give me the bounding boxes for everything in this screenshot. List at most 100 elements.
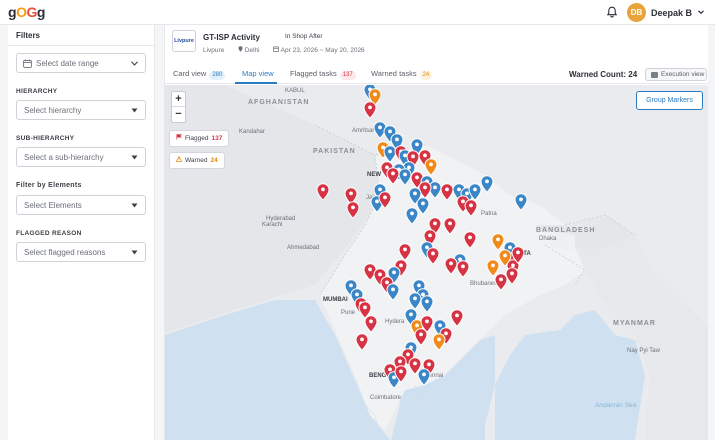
map-marker-pin-icon[interactable]	[420, 295, 434, 313]
date-range-text: Apr 23, 2026 ~ May 20, 2026	[280, 47, 365, 54]
map-label: AFGHANISTAN	[248, 99, 310, 106]
map-marker-pin-icon[interactable]	[514, 193, 528, 211]
group-markers-button[interactable]: Group Markers	[636, 91, 703, 110]
hierarchy-placeholder: Select hierarchy	[24, 106, 82, 115]
date-range-placeholder: Select date range	[36, 59, 99, 68]
map-label: Pune	[341, 310, 356, 316]
flagged-count-badge: 137	[339, 71, 356, 80]
sub-hierarchy-select[interactable]: Select a sub-hierarchy	[16, 147, 146, 167]
map-label: Nay Pyi Taw	[627, 348, 660, 354]
map-marker-pin-icon[interactable]	[386, 283, 400, 301]
map-marker-pin-icon[interactable]	[456, 260, 470, 278]
map-marker-pin-icon[interactable]	[417, 368, 431, 386]
map-marker-pin-icon[interactable]	[364, 315, 378, 333]
chevron-down-icon	[131, 61, 138, 66]
flagged-reason-label: FLAGGED REASON	[16, 230, 82, 237]
flagged-legend-chip[interactable]: Flagged 137	[169, 130, 230, 147]
avatar[interactable]: DB	[627, 3, 646, 22]
elements-placeholder: Select Elements	[24, 201, 82, 210]
map-marker-pin-icon[interactable]	[378, 191, 392, 209]
date-range-select[interactable]: Select date range	[16, 53, 146, 73]
map-marker-pin-icon[interactable]	[511, 246, 525, 264]
map-label: MYANMAR	[613, 320, 656, 327]
divider	[8, 45, 155, 46]
map-label: MUMBAI	[323, 297, 348, 303]
map-label: Patna	[481, 211, 497, 217]
map-label: KABUL	[285, 88, 305, 94]
map-marker-pin-icon[interactable]	[363, 101, 377, 119]
zoom-in-button[interactable]: +	[172, 92, 185, 107]
flag-icon	[651, 72, 658, 78]
caret-down-icon	[131, 155, 138, 160]
active-tab-indicator	[235, 82, 277, 84]
map-canvas[interactable]: + − Flagged 137 Warned 24 Group Markers KA…	[165, 85, 708, 440]
activity-meta: Livpure Delhi Apr 23, 2026 ~ May 20, 202…	[203, 46, 365, 54]
warning-icon	[176, 156, 182, 162]
map-marker-pin-icon[interactable]	[494, 273, 508, 291]
map-marker-pin-icon[interactable]	[463, 231, 477, 249]
status-badge: In Shop After	[285, 33, 323, 40]
map-marker-pin-icon[interactable]	[464, 199, 478, 217]
location-pin-icon	[238, 46, 243, 52]
warned-count: Warned Count: 24	[569, 70, 638, 79]
chevron-down-icon[interactable]	[697, 8, 705, 16]
map-marker-pin-icon[interactable]	[480, 175, 494, 193]
map-marker-pin-icon[interactable]	[498, 249, 512, 267]
caret-down-icon	[131, 203, 138, 208]
app-logo[interactable]: gOGg	[8, 4, 45, 20]
map-marker-pin-icon[interactable]	[316, 183, 330, 201]
filters-title: Filters	[16, 31, 41, 40]
card-count-badge: 280	[209, 71, 226, 80]
map-marker-pin-icon[interactable]	[394, 365, 408, 383]
map-label: Karachi	[262, 222, 283, 228]
sub-hierarchy-label: SUB-HIERARCHY	[16, 135, 75, 142]
flag-icon	[176, 134, 182, 140]
hierarchy-select[interactable]: Select hierarchy	[16, 100, 146, 120]
activity-title: GT-ISP Activity	[203, 33, 260, 42]
tab-flagged-tasks[interactable]: Flagged tasks 137	[290, 69, 356, 80]
map-marker-pin-icon[interactable]	[346, 201, 360, 219]
location-text: Delhi	[244, 47, 260, 54]
sub-hierarchy-placeholder: Select a sub-hierarchy	[24, 153, 104, 162]
map-label: Hydera	[385, 319, 405, 325]
map-label: Coimbatore	[370, 395, 402, 401]
map-label: PAKISTAN	[313, 148, 356, 155]
caret-down-icon	[131, 108, 138, 113]
execution-view-toggle[interactable]: Execution view	[645, 68, 707, 81]
map-marker-pin-icon[interactable]	[450, 309, 464, 327]
warned-legend-chip[interactable]: Warned 24	[169, 152, 225, 169]
map-marker-pin-icon[interactable]	[405, 207, 419, 225]
elements-select[interactable]: Select Elements	[16, 195, 146, 215]
map-label: NEW	[367, 172, 381, 178]
calendar-icon	[23, 59, 32, 68]
filters-sidebar: Filters Select date range HIERARCHY Sele…	[8, 25, 155, 440]
tab-warned-tasks[interactable]: Warned tasks 24	[371, 69, 433, 80]
map-label: Dhaka	[539, 236, 557, 242]
map-label: BANGLADESH	[536, 227, 596, 234]
map-marker-pin-icon[interactable]	[432, 333, 446, 351]
elements-label: Filter by Elements	[16, 182, 82, 189]
store-logo: Livpure	[172, 30, 196, 52]
user-name[interactable]: Deepak B	[651, 8, 692, 18]
caret-down-icon	[131, 250, 138, 255]
zoom-out-button[interactable]: −	[172, 107, 185, 122]
flagged-reason-placeholder: Select flagged reasons	[24, 248, 106, 257]
top-bar: gOGg DB Deepak B	[0, 0, 715, 25]
map-marker-pin-icon[interactable]	[443, 217, 457, 235]
bell-icon[interactable]	[606, 6, 618, 18]
tab-card-view[interactable]: Card view 280	[173, 69, 226, 80]
brand-name: Livpure	[203, 47, 225, 54]
hierarchy-label: HIERARCHY	[16, 88, 58, 95]
map-label: Kandahar	[239, 129, 266, 135]
map-marker-pin-icon[interactable]	[355, 333, 369, 351]
map-marker-pin-icon[interactable]	[426, 247, 440, 265]
zoom-control: + −	[171, 91, 186, 123]
map-label: Andaman Sea	[595, 402, 637, 409]
map-label: Amritsar	[352, 128, 375, 134]
map-marker-pin-icon[interactable]	[424, 158, 438, 176]
calendar-icon	[273, 46, 280, 52]
flagged-reason-select[interactable]: Select flagged reasons	[16, 242, 146, 262]
warned-count-badge: 24	[419, 71, 433, 80]
tab-map-view[interactable]: Map view	[242, 69, 274, 78]
map-label: Ahmedabad	[287, 245, 320, 251]
